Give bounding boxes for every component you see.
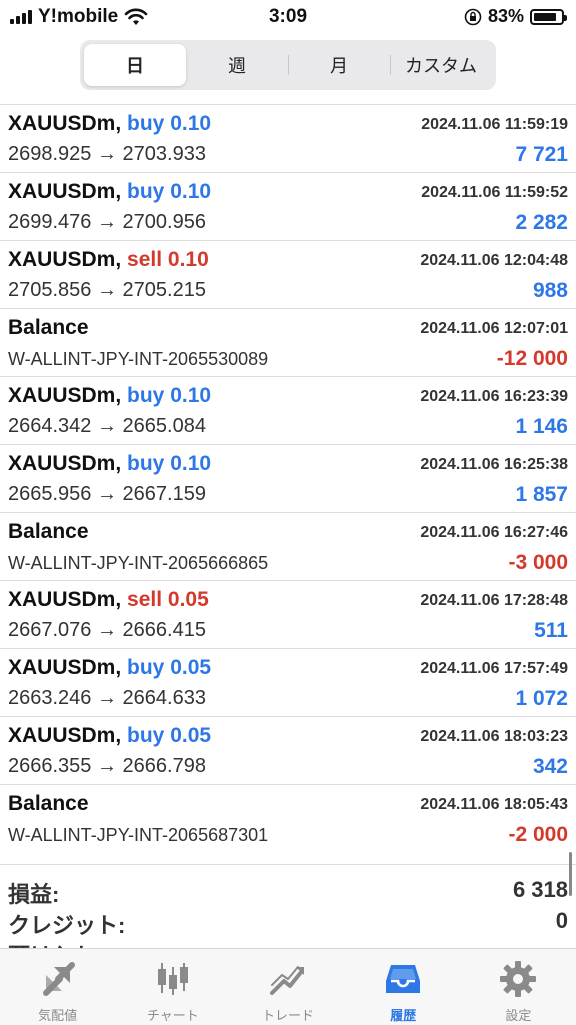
row-comment: W-ALLINT-JPY-INT-2065687301 [8, 825, 269, 845]
bottom-tab-bar: 気配値 チャート トレード 履歴 設定 [0, 948, 576, 1025]
row-datetime: 2024.11.06 16:27:46 [420, 524, 568, 541]
scrollbar[interactable] [569, 852, 572, 896]
row-profit: 7 721 [515, 143, 568, 166]
history-row[interactable]: XAUUSDm, sell 0.05 2024.11.06 17:28:48 2… [0, 580, 576, 648]
row-symbol: Balance [8, 520, 89, 543]
tab-trade[interactable]: トレード [230, 949, 345, 1025]
row-symbol: XAUUSDm, [8, 180, 122, 203]
history-icon [386, 965, 421, 993]
row-side: buy 0.10 [127, 112, 212, 135]
row-symbol: XAUUSDm, [8, 724, 122, 747]
history-row[interactable]: XAUUSDm, buy 0.10 2024.11.06 16:23:39 26… [0, 376, 576, 444]
row-datetime: 2024.11.06 12:04:48 [420, 252, 568, 269]
battery-percent: 83% [487, 6, 524, 26]
history-list: XAUUSDm, buy 0.10 2024.11.06 11:59:19 26… [0, 104, 576, 852]
row-prices: 2664.342 → 2665.084 [8, 415, 206, 437]
history-row[interactable]: XAUUSDm, buy 0.10 2024.11.06 11:59:19 26… [0, 104, 576, 172]
row-prices: 2663.246 → 2664.633 [8, 687, 206, 709]
tab-label: チャート [146, 1008, 199, 1023]
row-profit: 342 [532, 755, 568, 778]
row-datetime: 2024.11.06 18:05:43 [420, 796, 568, 813]
tab-day[interactable]: 日 [84, 44, 186, 86]
row-side: buy 0.10 [127, 180, 212, 203]
row-profit: 2 282 [515, 211, 568, 234]
row-symbol: XAUUSDm, [8, 656, 122, 679]
row-symbol: XAUUSDm, [8, 384, 122, 407]
row-symbol: XAUUSDm, [8, 112, 122, 135]
balance-row[interactable]: Balance 2024.11.06 12:07:01 W-ALLINT-JPY… [0, 308, 576, 376]
row-symbol: Balance [8, 792, 89, 815]
battery-icon [530, 8, 567, 25]
row-symbol: XAUUSDm, [8, 452, 122, 475]
row-profit: 1 857 [515, 483, 568, 506]
row-prices: 2699.476 → 2700.956 [8, 211, 206, 233]
history-row[interactable]: XAUUSDm, buy 0.10 2024.11.06 11:59:52 26… [0, 172, 576, 240]
row-datetime: 2024.11.06 17:57:49 [420, 660, 568, 677]
tab-custom[interactable]: カスタム [390, 44, 492, 86]
row-prices: 2666.355 → 2666.798 [8, 755, 206, 777]
status-right: 83% [464, 6, 567, 27]
tab-settings[interactable]: 設定 [461, 949, 576, 1025]
status-bar: Y!mobile 3:09 83% [0, 0, 576, 34]
row-datetime: 2024.11.06 11:59:52 [421, 184, 568, 201]
row-amount: -12 000 [496, 347, 568, 370]
row-datetime: 2024.11.06 11:59:19 [421, 116, 568, 133]
row-profit: 988 [532, 279, 568, 302]
row-symbol: Balance [8, 316, 89, 339]
row-datetime: 2024.11.06 17:28:48 [420, 592, 568, 609]
row-comment: W-ALLINT-JPY-INT-2065666865 [8, 553, 269, 573]
row-symbol: XAUUSDm, [8, 248, 122, 271]
row-prices: 2698.925 → 2703.933 [8, 143, 206, 165]
history-row[interactable]: XAUUSDm, buy 0.05 2024.11.06 17:57:49 26… [0, 648, 576, 716]
row-amount: -3 000 [508, 551, 568, 574]
row-datetime: 2024.11.06 12:07:01 [420, 320, 568, 337]
quotes-icon [42, 962, 75, 996]
summary-section: 損益: 6 318 クレジット: 0 預け入れ: [0, 864, 576, 949]
history-row[interactable]: XAUUSDm, buy 0.05 2024.11.06 18:03:23 26… [0, 716, 576, 784]
row-side: buy 0.10 [127, 384, 212, 407]
summary-profit: 損益: 6 318 [8, 877, 568, 907]
settings-icon [500, 961, 537, 997]
row-amount: -2 000 [508, 823, 568, 846]
row-datetime: 2024.11.06 16:25:38 [420, 456, 568, 473]
summary-credit: クレジット: 0 [8, 908, 568, 938]
row-side: buy 0.05 [127, 724, 212, 747]
row-comment: W-ALLINT-JPY-INT-2065530089 [8, 349, 269, 369]
row-prices: 2705.856 → 2705.215 [8, 279, 206, 301]
tab-month[interactable]: 月 [288, 44, 390, 86]
tab-history[interactable]: 履歴 [346, 949, 461, 1025]
tab-chart[interactable]: チャート [115, 949, 230, 1025]
tab-label: 設定 [505, 1008, 532, 1023]
row-datetime: 2024.11.06 16:23:39 [420, 388, 568, 405]
tab-quotes[interactable]: 気配値 [0, 949, 115, 1025]
history-row[interactable]: XAUUSDm, buy 0.10 2024.11.06 16:25:38 26… [0, 444, 576, 512]
trade-icon [270, 966, 304, 995]
summary-value: 6 318 [512, 877, 568, 902]
row-side: buy 0.05 [127, 656, 212, 679]
summary-label: 損益: [8, 882, 60, 907]
row-side: sell 0.05 [127, 588, 209, 611]
row-prices: 2665.956 → 2667.159 [8, 483, 206, 505]
history-row[interactable]: XAUUSDm, sell 0.10 2024.11.06 12:04:48 2… [0, 240, 576, 308]
row-symbol: XAUUSDm, [8, 588, 122, 611]
summary-label: クレジット: [8, 913, 126, 938]
tab-label: 履歴 [390, 1008, 417, 1023]
row-datetime: 2024.11.06 18:03:23 [420, 728, 568, 745]
balance-row[interactable]: Balance 2024.11.06 18:05:43 W-ALLINT-JPY… [0, 784, 576, 852]
row-side: buy 0.10 [127, 452, 212, 475]
orientation-lock-icon [464, 8, 482, 25]
row-prices: 2667.076 → 2666.415 [8, 619, 206, 641]
balance-row[interactable]: Balance 2024.11.06 16:27:46 W-ALLINT-JPY… [0, 512, 576, 580]
tab-label: トレード [262, 1008, 315, 1023]
row-profit: 511 [534, 619, 568, 642]
chart-icon [157, 963, 188, 995]
summary-value: 0 [555, 908, 568, 933]
row-profit: 1 146 [515, 415, 568, 438]
period-segmented-control: 日 週 月 カスタム [80, 40, 496, 90]
row-side: sell 0.10 [127, 248, 209, 271]
tab-label: 気配値 [38, 1008, 78, 1023]
row-profit: 1 072 [515, 687, 568, 710]
tab-week[interactable]: 週 [186, 44, 288, 86]
